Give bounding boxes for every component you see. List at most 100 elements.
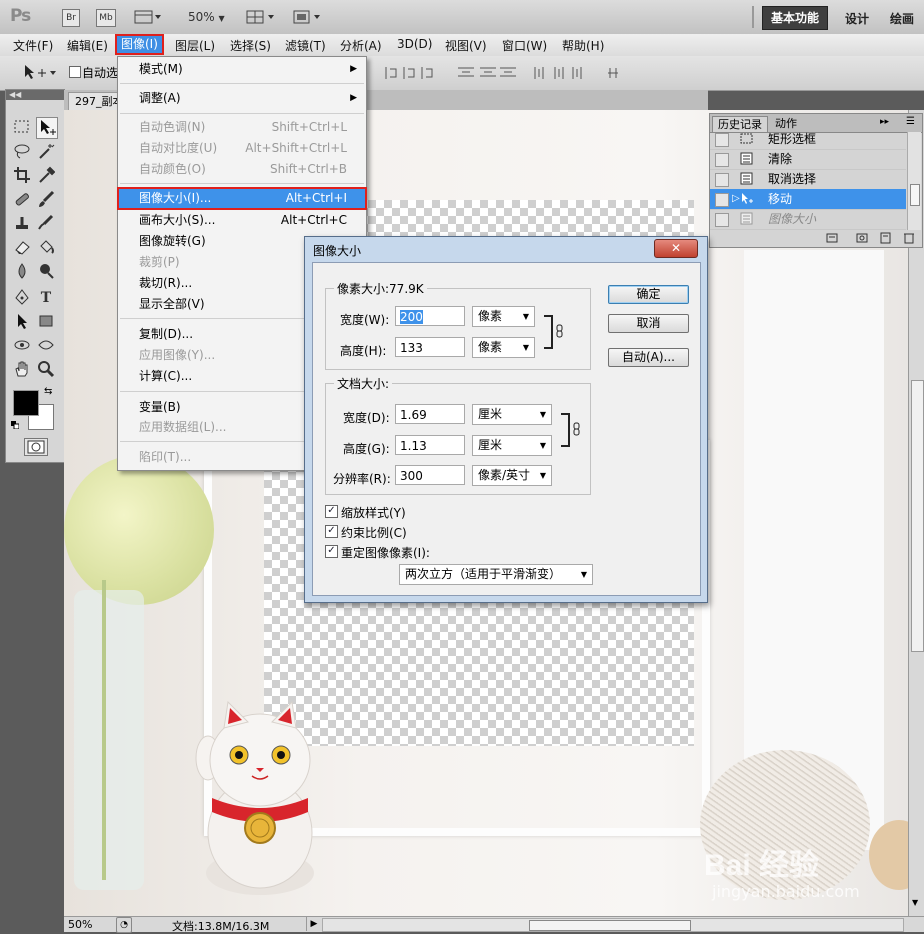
menu-file[interactable]: 文件(F): [13, 37, 53, 54]
history-item[interactable]: 取消选择: [710, 169, 906, 190]
arrange-documents-icon[interactable]: [246, 9, 278, 28]
close-icon[interactable]: ✕: [654, 239, 698, 258]
workspace-essentials-button[interactable]: 基本功能: [762, 6, 828, 30]
menu-edit[interactable]: 编辑(E): [67, 37, 108, 54]
menu-item-auto-contrast[interactable]: 自动对比度(U) Alt+Shift+Ctrl+L: [119, 139, 365, 158]
doc-width-unit-select[interactable]: 厘米 ▼: [472, 404, 552, 425]
panel-collapse-icon[interactable]: ▸▸: [880, 117, 889, 127]
paint-bucket-tool-icon[interactable]: [36, 238, 56, 258]
move-tool-preset-icon[interactable]: [22, 64, 56, 83]
eraser-tool-icon[interactable]: [12, 238, 32, 258]
menu-view[interactable]: 视图(V): [445, 37, 487, 54]
divider: [752, 6, 754, 28]
menu-analysis[interactable]: 分析(A): [340, 37, 382, 54]
doc-width-field[interactable]: 1.69: [395, 404, 465, 424]
scale-styles-checkbox[interactable]: ✓: [325, 505, 338, 518]
history-scrollbar[interactable]: [907, 132, 921, 230]
view-extras-icon[interactable]: [134, 9, 161, 25]
doc-height-unit-select[interactable]: 厘米 ▼: [472, 435, 552, 456]
status-zoom[interactable]: 50%: [68, 918, 92, 931]
brush-tool-icon[interactable]: [36, 190, 56, 210]
menu-help[interactable]: 帮助(H): [562, 37, 604, 54]
screen-mode-icon[interactable]: [292, 9, 324, 28]
auto-button[interactable]: 自动(A)...: [608, 348, 689, 367]
menu-window[interactable]: 窗口(W): [502, 37, 547, 54]
auto-select-checkbox[interactable]: [69, 66, 81, 78]
crop-tool-icon[interactable]: [12, 166, 32, 186]
pixel-height-field[interactable]: 133: [395, 337, 465, 357]
path-selection-tool-icon[interactable]: [12, 312, 32, 332]
magic-wand-tool-icon[interactable]: [36, 142, 56, 162]
history-scroll-thumb[interactable]: [910, 184, 920, 206]
resample-image-checkbox[interactable]: ✓: [325, 545, 338, 558]
bridge-button[interactable]: Br: [62, 9, 80, 27]
foreground-color-swatch-front[interactable]: [13, 390, 39, 416]
hand-tool-icon[interactable]: [12, 360, 32, 380]
pixel-width-unit-select[interactable]: 像素 ▼: [472, 306, 535, 327]
menu-filter[interactable]: 滤镜(T): [285, 37, 326, 54]
history-footer-icons[interactable]: [825, 231, 920, 248]
workspace-design-button[interactable]: 设计: [845, 10, 869, 27]
auto-select-label: 自动选: [82, 66, 119, 80]
resolution-field[interactable]: 300: [395, 465, 465, 485]
zoom-level-select[interactable]: 50% ▼: [188, 10, 225, 24]
mini-bridge-button[interactable]: Mb: [96, 9, 116, 27]
menu-item-image-size[interactable]: 图像大小(I)... Alt+Ctrl+I: [117, 187, 367, 210]
quick-mask-icon[interactable]: [24, 438, 48, 456]
history-brush-tool-icon[interactable]: [36, 214, 56, 234]
marquee-tool-icon[interactable]: [12, 118, 32, 138]
default-colors-icon[interactable]: [11, 418, 20, 430]
constrain-proportions-checkbox[interactable]: ✓: [325, 525, 338, 538]
clone-stamp-tool-icon[interactable]: [12, 214, 32, 234]
eyedropper-tool-icon[interactable]: [36, 166, 56, 186]
swap-colors-icon[interactable]: ⇆: [44, 386, 52, 397]
3d-orbit-tool-icon[interactable]: [36, 336, 56, 356]
pen-tool-icon[interactable]: [12, 288, 32, 308]
menu-select[interactable]: 选择(S): [230, 37, 271, 54]
healing-brush-tool-icon[interactable]: [12, 190, 32, 210]
ok-button[interactable]: 确定: [608, 285, 689, 304]
scrollbar-thumb[interactable]: [911, 380, 924, 652]
pixel-width-field[interactable]: 200: [395, 306, 465, 326]
status-menu-arrow-icon[interactable]: ▶: [306, 917, 321, 931]
menu-item-mode[interactable]: 模式(M) ▶: [119, 60, 365, 79]
history-snapshot-checkbox[interactable]: [715, 133, 729, 147]
type-tool-icon[interactable]: T: [36, 288, 56, 308]
workspace-painting-button[interactable]: 绘画: [890, 10, 914, 27]
move-tool-icon[interactable]: [36, 117, 58, 139]
history-snapshot-checkbox[interactable]: [715, 173, 729, 187]
align-distribute-icons[interactable]: [370, 64, 630, 85]
resample-method-select[interactable]: 两次立方（适用于平滑渐变） ▼: [399, 564, 593, 585]
dialog-titlebar[interactable]: 图像大小 ✕: [305, 237, 707, 261]
3d-rotate-tool-icon[interactable]: [12, 336, 32, 356]
doc-width-label: 宽度(D):: [343, 411, 390, 425]
resolution-unit-select[interactable]: 像素/英寸 ▼: [472, 465, 552, 486]
doc-height-field[interactable]: 1.13: [395, 435, 465, 455]
dodge-tool-icon[interactable]: [36, 262, 56, 282]
scroll-down-icon[interactable]: ▼: [912, 898, 918, 907]
menu-item-auto-color[interactable]: 自动颜色(O) Shift+Ctrl+B: [119, 160, 365, 179]
horizontal-scroll-thumb[interactable]: [529, 920, 691, 931]
menu-item-adjustments[interactable]: 调整(A) ▶: [119, 89, 365, 108]
panel-menu-icon[interactable]: ☰: [906, 116, 915, 127]
pixel-height-unit-select[interactable]: 像素 ▼: [472, 337, 535, 358]
history-item[interactable]: 清除: [710, 149, 906, 170]
history-snapshot-checkbox[interactable]: [715, 213, 729, 227]
history-item[interactable]: 矩形选框: [710, 129, 906, 150]
history-snapshot-checkbox[interactable]: [715, 193, 729, 207]
horizontal-scrollbar[interactable]: [322, 918, 904, 932]
lasso-tool-icon[interactable]: [12, 142, 32, 162]
cancel-button[interactable]: 取消: [608, 314, 689, 333]
history-item-undone[interactable]: 图像大小: [710, 209, 906, 230]
zoom-tool-icon[interactable]: [36, 360, 56, 380]
menu-item-canvas-size[interactable]: 画布大小(S)... Alt+Ctrl+C: [119, 211, 365, 230]
menu-layer[interactable]: 图层(L): [175, 37, 215, 54]
blur-tool-icon[interactable]: [12, 262, 32, 282]
toolbox-collapse-icon[interactable]: ◀◀: [6, 90, 67, 100]
rectangle-tool-icon[interactable]: [36, 312, 56, 332]
history-snapshot-checkbox[interactable]: [715, 153, 729, 167]
history-item-active[interactable]: ▷ 移动: [710, 189, 906, 210]
menu-item-auto-tone[interactable]: 自动色调(N) Shift+Ctrl+L: [119, 118, 365, 137]
menu-3d[interactable]: 3D(D): [397, 37, 432, 51]
menu-image[interactable]: 图像(I): [115, 34, 164, 55]
